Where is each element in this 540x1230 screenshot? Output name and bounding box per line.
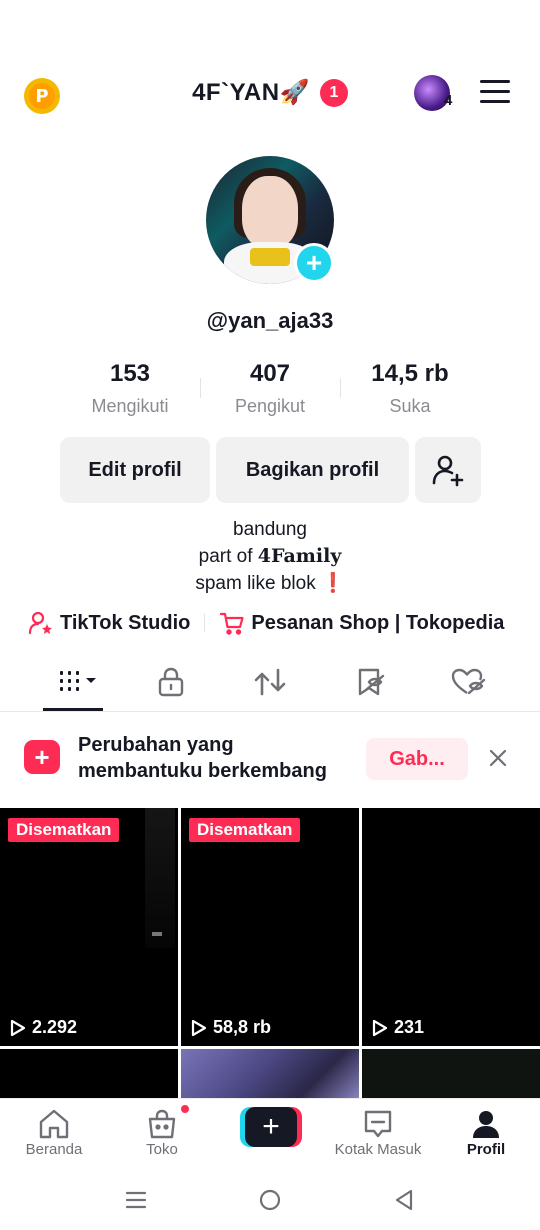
tab-favorites[interactable] xyxy=(350,662,390,702)
nav-label: Kotak Masuk xyxy=(334,1141,422,1158)
nav-label: Toko xyxy=(146,1141,178,1158)
repost-icon xyxy=(254,668,286,696)
banner-join-button[interactable]: Gab... xyxy=(366,738,468,780)
account-count: 4 xyxy=(444,92,453,109)
play-icon xyxy=(191,1019,207,1036)
stat-value: 407 xyxy=(249,360,291,387)
growth-banner: + Perubahan yang membantuku berkembang G… xyxy=(0,712,540,806)
stat-likes[interactable]: 14,5 rb Suka xyxy=(340,360,480,420)
tab-liked[interactable] xyxy=(448,662,488,702)
profile-icon xyxy=(473,1111,499,1138)
nav-label: Profil xyxy=(466,1141,506,1158)
stat-value: 153 xyxy=(109,360,151,387)
pinned-badge: Disematkan xyxy=(189,818,301,842)
profile-title[interactable]: 4F`YAN🚀 xyxy=(192,78,310,107)
system-navigation xyxy=(0,1170,540,1230)
nav-inbox[interactable]: Kotak Masuk xyxy=(328,1107,428,1158)
notification-badge: 1 xyxy=(319,78,348,107)
content-tabs xyxy=(0,658,540,712)
tiktok-studio-link[interactable]: TikTok Studio xyxy=(28,611,190,635)
view-count-text: 58,8 rb xyxy=(213,1017,272,1037)
bio-line: part of 4Family xyxy=(0,543,540,570)
stat-label: Pengikut xyxy=(234,396,306,416)
tab-videos[interactable] xyxy=(52,662,102,702)
view-count: 2.292 xyxy=(10,1017,77,1038)
bio-text: part of xyxy=(198,546,258,567)
view-count-text: 231 xyxy=(394,1017,425,1037)
share-profile-button[interactable]: Bagikan profil xyxy=(216,437,409,503)
video-grid: Disematkan 2.292 Disematkan 58,8 rb 231 xyxy=(0,808,540,1098)
link-divider xyxy=(204,614,206,632)
video-thumbnail[interactable]: 231 xyxy=(362,808,540,1046)
recent-apps-icon[interactable] xyxy=(122,1186,150,1214)
add-story-plus-icon[interactable]: + xyxy=(294,243,334,283)
medical-bag-icon: + xyxy=(24,740,60,774)
top-bar: P 4F`YAN🚀 1 4 xyxy=(0,70,540,120)
nav-shop[interactable]: Toko xyxy=(112,1107,212,1158)
inbox-icon xyxy=(364,1110,392,1138)
play-icon xyxy=(10,1019,26,1036)
view-count: 231 xyxy=(372,1017,424,1038)
video-thumbnail[interactable]: Disematkan 58,8 rb xyxy=(181,808,359,1046)
grid-tab-icon xyxy=(60,671,96,691)
stat-value: 14,5 rb xyxy=(371,360,449,387)
create-button[interactable]: + xyxy=(240,1107,302,1147)
shop-bag-icon xyxy=(148,1109,176,1139)
stat-label: Mengikuti xyxy=(91,396,169,416)
nav-profile[interactable]: Profil xyxy=(436,1107,536,1158)
bookmark-hidden-icon xyxy=(358,668,385,696)
stat-following[interactable]: 153 Mengikuti xyxy=(60,360,200,420)
menu-icon[interactable] xyxy=(480,80,510,104)
creator-star-icon xyxy=(28,611,52,635)
profile-stats: 153 Mengikuti 407 Pengikut 14,5 rb Suka xyxy=(60,360,480,420)
stat-label: Suka xyxy=(389,396,431,416)
home-icon xyxy=(39,1109,69,1139)
nav-label: Beranda xyxy=(25,1141,83,1158)
bio-bold-text: 4Family xyxy=(257,545,342,567)
lock-icon xyxy=(158,667,184,697)
plus-icon: + xyxy=(245,1107,297,1147)
banner-line: membantuku berkembang xyxy=(78,760,327,782)
close-icon[interactable] xyxy=(486,746,510,770)
cart-icon xyxy=(220,612,244,635)
shop-orders-label: Pesanan Shop | Tokopedia xyxy=(251,611,505,634)
shop-notification-dot xyxy=(179,1103,191,1115)
tiktok-studio-label: TikTok Studio xyxy=(60,611,191,634)
active-tab-indicator xyxy=(43,708,103,711)
banner-text: Perubahan yang membantuku berkembang xyxy=(78,732,327,784)
username: @yan_aja33 xyxy=(206,308,334,333)
play-icon xyxy=(372,1019,388,1036)
back-triangle-icon[interactable] xyxy=(390,1186,418,1214)
bio-line: spam like blok ❗ xyxy=(195,573,345,594)
heart-hidden-icon xyxy=(451,668,486,695)
shop-orders-link[interactable]: Pesanan Shop | Tokopedia xyxy=(219,611,504,635)
profile-title-wrap[interactable]: 4F`YAN🚀 1 xyxy=(0,78,540,107)
stat-followers[interactable]: 407 Pengikut xyxy=(200,360,340,420)
banner-line: Perubahan yang xyxy=(78,734,234,756)
video-thumbnail[interactable] xyxy=(181,1049,359,1098)
bottom-navigation: Beranda Toko + Kotak Masuk Profil xyxy=(0,1098,540,1170)
add-friend-button[interactable] xyxy=(415,437,481,503)
profile-bio: bandung part of 4Family spam like blok ❗ xyxy=(0,516,540,597)
bio-line: bandung xyxy=(233,519,307,540)
view-count: 58,8 rb xyxy=(191,1017,271,1038)
video-thumbnail[interactable] xyxy=(0,1049,178,1098)
tab-reposts[interactable] xyxy=(250,662,290,702)
view-count-text: 2.292 xyxy=(32,1017,78,1037)
tab-private[interactable] xyxy=(151,662,191,702)
video-thumbnail[interactable] xyxy=(362,1049,540,1098)
edit-profile-button[interactable]: Edit profil xyxy=(60,437,210,503)
video-thumbnail[interactable]: Disematkan 2.292 xyxy=(0,808,178,1046)
add-user-icon xyxy=(432,455,464,487)
pinned-badge: Disematkan xyxy=(8,818,120,842)
nav-home[interactable]: Beranda xyxy=(4,1107,104,1158)
home-circle-icon[interactable] xyxy=(256,1186,284,1214)
profile-links: TikTok Studio Pesanan Shop | Tokopedia xyxy=(28,609,504,637)
